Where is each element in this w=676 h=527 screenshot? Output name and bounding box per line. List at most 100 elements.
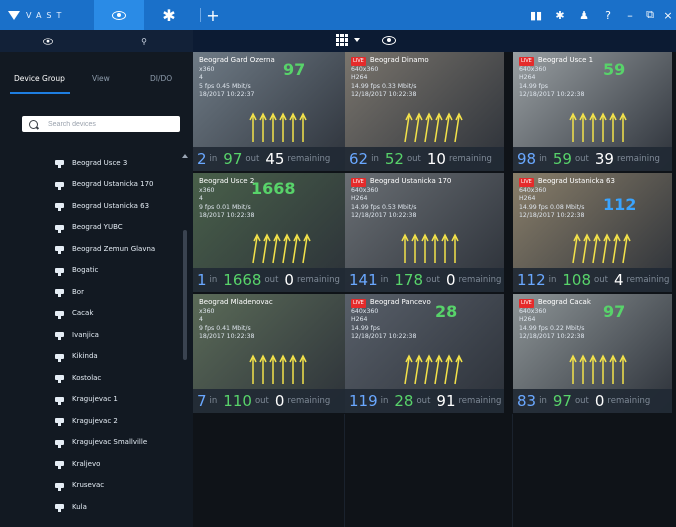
device-item[interactable]: Beograd Ustanicka 170	[0, 174, 190, 196]
help-button[interactable]: ?	[596, 0, 620, 30]
camera-tile[interactable]: LIVE Beograd Dinamo 640x360 H264 14.99 fps 0…	[345, 52, 504, 171]
device-item[interactable]: Kula	[0, 496, 190, 518]
restore-icon: ⧉	[646, 8, 654, 21]
device-label: Beograd Zemun Glavna	[72, 244, 156, 253]
device-item[interactable]: Kragujevac 2	[0, 410, 190, 432]
device-item[interactable]: Kostolac	[0, 367, 190, 389]
device-label: Cacak	[72, 309, 94, 318]
device-item[interactable]: Kikinda	[0, 346, 190, 368]
camera-tile[interactable]: LIVE Beograd Cacak 640x360 H264 14.99 fps 0.…	[513, 294, 672, 413]
vast-app: VAST ✱ + ▮▮ ✱ ♟ ? – ⧉ × ⚲ Device Group V…	[0, 0, 676, 527]
stream-codec: 4	[199, 195, 203, 202]
count-in: 83	[517, 392, 537, 410]
camera-icon	[55, 439, 64, 448]
tab-device-group[interactable]: Device Group	[14, 74, 65, 83]
in-label: in	[209, 396, 218, 406]
device-item[interactable]: Bor	[0, 281, 190, 303]
camera-tile[interactable]: Beograd Usce 2 x360 4 9 fps 0.01 Mbit/s 18/2…	[193, 173, 352, 292]
logo: VAST	[0, 10, 94, 20]
count-out: 1668	[223, 271, 262, 289]
out-label: out	[245, 154, 260, 164]
camera-name: Beograd Ustanicka 63	[537, 177, 615, 185]
liveview-tab-button[interactable]	[94, 0, 144, 30]
device-item[interactable]: Beograd Zemun Glavna	[0, 238, 190, 260]
count-in: 2	[197, 150, 207, 168]
camera-icon	[55, 375, 64, 384]
active-tab-indicator	[10, 92, 70, 94]
device-item[interactable]: Beograd YUBC	[0, 217, 190, 239]
device-search	[22, 116, 180, 132]
stream-fps: 14.99 fps	[519, 82, 549, 90]
device-label: Ivanjica	[72, 330, 99, 339]
out-label: out	[574, 396, 589, 406]
people-count-bar: 112 in 108 out 4 remaining	[513, 268, 672, 292]
stream-fps: 14.99 fps 0.33 Mbit/s	[351, 82, 417, 90]
live-badge: LIVE	[519, 178, 534, 187]
device-item[interactable]: Kragujevac 1	[0, 389, 190, 411]
stream-res: x360	[199, 186, 215, 194]
count-remaining: 0	[274, 392, 285, 410]
chevron-down-icon[interactable]	[354, 38, 360, 42]
camera-tile[interactable]: LIVE Beograd Ustanicka 170 640x360 H264 14.9…	[345, 173, 504, 292]
overlay-counter: 112	[603, 195, 637, 214]
out-label: out	[416, 396, 431, 406]
camera-icon	[55, 418, 64, 427]
camera-tile[interactable]: Beograd Gard Ozerna x360 4 5 fps 0.45 Mbit/…	[193, 52, 352, 171]
user-button[interactable]: ♟	[572, 0, 596, 30]
sidebar-scrollbar[interactable]	[183, 230, 187, 360]
device-label: Kraljevo	[72, 459, 101, 468]
device-item[interactable]: Kraljevo	[0, 453, 190, 475]
live-badge: LIVE	[519, 57, 534, 66]
device-item[interactable]: Beograd Ustanicka 63	[0, 195, 190, 217]
in-label: in	[209, 275, 218, 285]
count-in: 141	[349, 271, 378, 289]
remaining-label: remaining	[607, 396, 651, 406]
count-out: 97	[223, 150, 243, 168]
sidebar-search-button[interactable]: ⚲	[96, 37, 192, 46]
device-item[interactable]: Krusevac	[0, 475, 190, 497]
sidebar-view-button[interactable]	[0, 37, 96, 46]
settings-tab-button[interactable]: ✱	[144, 0, 194, 30]
tab-view[interactable]: View	[92, 74, 110, 83]
device-label: Beograd Ustanicka 63	[72, 201, 150, 210]
empty-slot[interactable]	[345, 414, 513, 527]
close-button[interactable]: ×	[660, 0, 676, 30]
device-item[interactable]: Bogatic	[0, 260, 190, 282]
device-item[interactable]: Ivanjica	[0, 324, 190, 346]
device-item[interactable]: Beograd Usce 3	[0, 152, 190, 174]
camera-icon	[55, 181, 64, 190]
restore-button[interactable]: ⧉	[640, 0, 660, 30]
camera-icon	[55, 289, 64, 298]
device-label: Krusevac	[72, 481, 105, 490]
camera-tile[interactable]: LIVE Beograd Pancevo 640x360 H264 14.99 fps 1…	[345, 294, 504, 413]
search-input[interactable]	[46, 119, 180, 129]
device-label: Kikinda	[72, 352, 98, 361]
stream-ts: 12/18/2017 10:22:38	[519, 91, 585, 98]
count-remaining: 91	[436, 392, 456, 410]
layout-controls	[336, 34, 396, 46]
settings-button[interactable]: ✱	[548, 0, 572, 30]
empty-slot[interactable]	[193, 414, 345, 527]
device-item[interactable]: Cacak	[0, 303, 190, 325]
view-toggle-icon[interactable]	[382, 35, 396, 45]
stream-ts: 12/18/2017 10:22:38	[519, 212, 585, 219]
camera-tile[interactable]: LIVE Beograd Ustanicka 63 640x360 H264 14.99…	[513, 173, 672, 292]
add-tab-button[interactable]: +	[201, 0, 225, 30]
camera-tile[interactable]: Beograd Mladenovac x360 4 9 fps 0.41 Mbit/s…	[193, 294, 352, 413]
notification-button[interactable]: ▮▮	[524, 0, 548, 30]
in-label: in	[539, 154, 547, 164]
stream-fps: 14.99 fps	[351, 324, 381, 332]
count-out: 97	[552, 392, 572, 410]
count-in: 112	[517, 271, 546, 289]
stream-info: Beograd Mladenovac x360 4 9 fps 0.41 Mbit/s…	[199, 298, 273, 342]
layout-grid-icon[interactable]	[336, 34, 348, 46]
camera-tile[interactable]: LIVE Beograd Usce 1 640x360 H264 14.99 fps 12…	[513, 52, 672, 171]
minimize-button[interactable]: –	[620, 0, 640, 30]
tab-di-do[interactable]: DI/DO	[150, 74, 172, 83]
empty-slot[interactable]	[513, 414, 676, 527]
people-count-bar: 62 in 52 out 10 remaining	[345, 147, 504, 171]
device-item[interactable]: Kragujevac Smallville	[0, 432, 190, 454]
out-label: out	[594, 275, 608, 285]
count-remaining: 0	[445, 271, 456, 289]
out-label: out	[574, 154, 589, 164]
